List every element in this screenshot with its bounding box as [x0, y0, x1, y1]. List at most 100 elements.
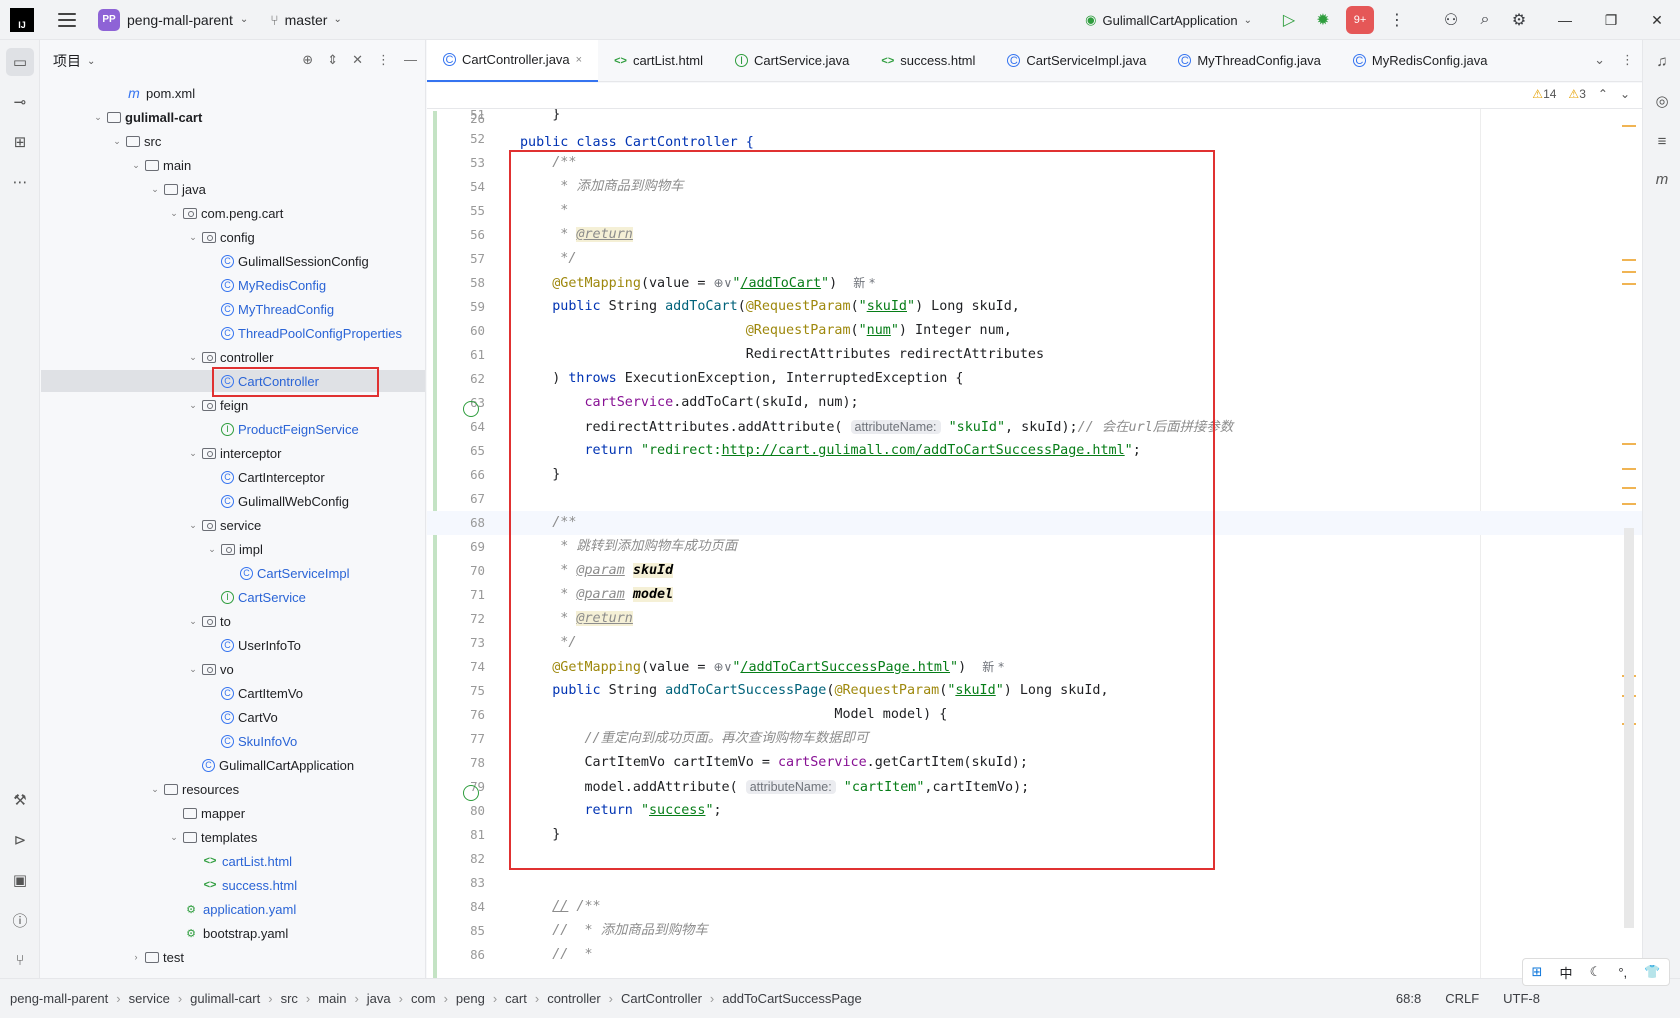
tabs-dropdown-icon[interactable]: ⌄ — [1594, 52, 1605, 68]
tree-item[interactable]: ⌄ src — [41, 130, 425, 152]
tree-item[interactable]: ⌄ gulimall-cart — [41, 106, 425, 128]
tree-item[interactable]: ⌄ interceptor — [41, 442, 425, 464]
chevron-down-icon[interactable]: ⌄ — [148, 184, 162, 195]
commit-icon[interactable]: ⊸ — [6, 88, 34, 116]
chevron-down-icon[interactable]: ⌄ — [1620, 87, 1630, 101]
options-icon[interactable]: ⋮ — [377, 52, 390, 68]
tree-item[interactable]: C ThreadPoolConfigProperties — [41, 322, 425, 344]
breadcrumb-item[interactable]: src — [281, 991, 298, 1006]
more-actions-icon[interactable]: ⋮ — [1380, 0, 1414, 40]
breadcrumb-item[interactable]: peng-mall-parent — [10, 991, 108, 1006]
chevron-right-icon[interactable]: › — [129, 952, 143, 962]
line-separator[interactable]: CRLF — [1445, 991, 1479, 1006]
tree-item[interactable]: C CartItemVo — [41, 682, 425, 704]
editor-tab[interactable]: C MyThreadConfig.java — [1162, 40, 1337, 82]
chevron-down-icon[interactable]: ⌄ — [205, 544, 219, 555]
breadcrumb-item[interactable]: com — [411, 991, 436, 1006]
collapse-all-icon[interactable]: ✕ — [352, 52, 363, 68]
build-hammer-icon[interactable]: ⚒ — [6, 786, 34, 814]
tree-item[interactable]: mapper — [41, 802, 425, 824]
maven-icon[interactable]: m — [1649, 166, 1675, 192]
skin-icon[interactable]: 👕 — [1644, 964, 1660, 980]
chevron-down-icon[interactable]: ⌄ — [186, 232, 200, 243]
caret-position[interactable]: 68:8 — [1396, 991, 1421, 1006]
error-stripe[interactable] — [1622, 83, 1636, 978]
minimize-button[interactable]: — — [1542, 0, 1588, 40]
breadcrumb-item[interactable]: service — [129, 991, 170, 1006]
project-switcher[interactable]: PP peng-mall-parent ⌄ — [98, 8, 248, 31]
editor-tab[interactable]: I CartService.java — [719, 40, 865, 82]
ide-logo-icon[interactable]: IJ — [10, 7, 34, 32]
close-window-button[interactable]: ✕ — [1634, 0, 1680, 40]
git-icon[interactable]: ⑂ — [6, 946, 34, 974]
ai-assistant-icon[interactable]: ◎ — [1649, 88, 1675, 114]
more-tools-icon[interactable]: ⋯ — [6, 168, 34, 196]
code-line[interactable]: 84 // /** — [427, 895, 1642, 919]
tree-item[interactable]: › test — [41, 946, 425, 968]
spring-bean-gutter-icon[interactable] — [463, 401, 479, 417]
maximize-button[interactable]: ❐ — [1588, 0, 1634, 40]
notifications-bell-icon[interactable]: ♫ — [1649, 48, 1675, 74]
breadcrumb-item[interactable]: cart — [505, 991, 527, 1006]
breadcrumb-item[interactable]: java — [367, 991, 391, 1006]
editor-tab[interactable]: C MyRedisConfig.java — [1337, 40, 1504, 82]
tree-item[interactable]: <> cartList.html — [41, 850, 425, 872]
project-folder-icon[interactable]: ▭ — [6, 48, 34, 76]
chevron-down-icon[interactable]: ⌄ — [87, 56, 95, 67]
chevron-down-icon[interactable]: ⌄ — [148, 784, 162, 795]
tree-item[interactable]: ⌄ impl — [41, 538, 425, 560]
chevron-up-icon[interactable]: ⌃ — [1598, 87, 1608, 101]
tree-item[interactable]: C UserInfoTo — [41, 634, 425, 656]
chevron-down-icon[interactable]: ⌄ — [186, 400, 200, 411]
ime-toolbar[interactable]: ⊞ 中 ☾ °, 👕 — [1522, 958, 1670, 986]
editor-tab[interactable]: C CartServiceImpl.java — [991, 40, 1162, 82]
search-icon[interactable]: ⌕ — [1468, 0, 1502, 40]
breadcrumb-item[interactable]: main — [318, 991, 346, 1006]
spring-bean-gutter-icon[interactable] — [463, 785, 479, 801]
vcs-branch-switcher[interactable]: ⑂ master ⌄ — [270, 12, 342, 28]
tree-item[interactable]: ⌄ com.peng.cart — [41, 202, 425, 224]
expand-all-icon[interactable]: ⇕ — [327, 52, 338, 68]
tree-item[interactable]: ⌄ vo — [41, 658, 425, 680]
tree-item[interactable]: C MyRedisConfig — [41, 274, 425, 296]
main-menu-icon[interactable] — [58, 12, 76, 27]
tree-item[interactable]: C GulimallWebConfig — [41, 490, 425, 512]
breadcrumb-item[interactable]: addToCartSuccessPage — [722, 991, 861, 1006]
tree-item[interactable]: C MyThreadConfig — [41, 298, 425, 320]
locate-icon[interactable]: ⊕ — [302, 52, 313, 68]
tree-item[interactable]: C CartVo — [41, 706, 425, 728]
tabs-more-icon[interactable]: ⋮ — [1621, 52, 1634, 68]
notification-badge[interactable]: 9+ — [1346, 6, 1374, 34]
chevron-down-icon[interactable]: ⌄ — [186, 520, 200, 531]
breadcrumb-item[interactable]: peng — [456, 991, 485, 1006]
chevron-down-icon[interactable]: ⌄ — [110, 136, 124, 147]
tree-item[interactable]: <> success.html — [41, 874, 425, 896]
tree-item[interactable]: C CartServiceImpl — [41, 562, 425, 584]
database-icon[interactable]: ≡ — [1649, 128, 1675, 154]
tree-item[interactable]: ⌄ resources — [41, 778, 425, 800]
file-encoding[interactable]: UTF-8 — [1503, 991, 1540, 1006]
tree-item[interactable]: I CartService — [41, 586, 425, 608]
tree-item[interactable]: ⌄ service — [41, 514, 425, 536]
hide-panel-icon[interactable]: — — [404, 52, 417, 68]
chevron-down-icon[interactable]: ⌄ — [186, 448, 200, 459]
tree-item[interactable]: ⌄ feign — [41, 394, 425, 416]
chevron-down-icon[interactable]: ⌄ — [186, 664, 200, 675]
tree-item[interactable]: I ProductFeignService — [41, 418, 425, 440]
project-panel-title[interactable]: 项目 — [53, 51, 81, 71]
tree-item[interactable]: ⌄ main — [41, 154, 425, 176]
problems-icon[interactable]: ⓘ — [6, 906, 34, 934]
add-user-icon[interactable]: ⚇ — [1434, 0, 1468, 40]
breadcrumb-item[interactable]: CartController — [621, 991, 702, 1006]
close-tab-icon[interactable]: × — [576, 54, 582, 66]
settings-gear-icon[interactable]: ⚙ — [1502, 0, 1536, 40]
editor-tab[interactable]: C CartController.java × — [427, 39, 599, 82]
tree-item[interactable]: C SkuInfoVo — [41, 730, 425, 752]
run-icon[interactable]: ▷ — [1272, 0, 1306, 40]
tree-item[interactable]: ⌄ config — [41, 226, 425, 248]
tree-item[interactable]: ⌄ to — [41, 610, 425, 632]
chevron-down-icon[interactable]: ⌄ — [91, 112, 105, 123]
tree-item[interactable]: ⚙ application.yaml — [41, 898, 425, 920]
tree-item[interactable]: ⌄ templates — [41, 826, 425, 848]
structure-icon[interactable]: ⊞ — [6, 128, 34, 156]
